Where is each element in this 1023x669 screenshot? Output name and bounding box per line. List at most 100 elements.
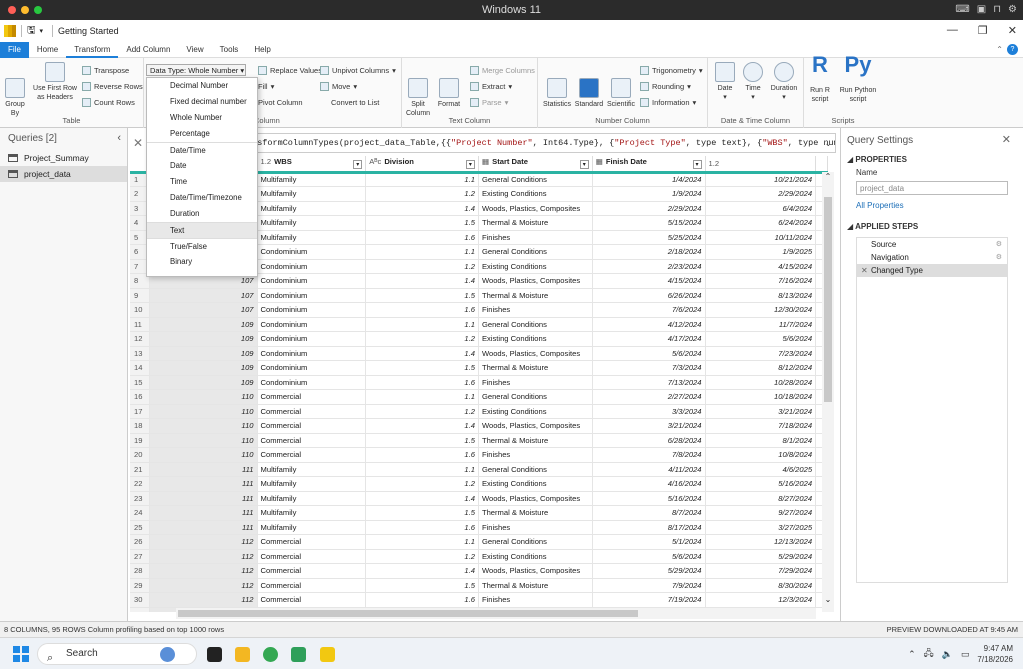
table-cell[interactable]: 8/30/2024 xyxy=(705,578,817,593)
table-cell[interactable]: 7/6/2024 xyxy=(592,302,706,318)
table-cell[interactable]: 1.5 xyxy=(365,505,479,521)
table-cell[interactable]: Multifamily xyxy=(257,186,367,202)
table-cell[interactable]: Existing Conditions xyxy=(478,186,593,202)
column-header[interactable]: ▦ Start Date ▾ xyxy=(478,156,593,174)
table-cell[interactable]: Thermal & Moisture xyxy=(478,578,593,593)
table-cell[interactable]: Condominium xyxy=(257,360,367,376)
table-cell[interactable]: Condominium xyxy=(257,302,367,318)
table-cell[interactable]: 7/19/2024 xyxy=(592,592,706,608)
widgets-icon[interactable] xyxy=(160,647,175,662)
row-number[interactable]: 29 xyxy=(130,578,151,593)
column-type-icon[interactable]: ▦ xyxy=(482,157,489,166)
table-cell[interactable]: 12/30/2024 xyxy=(705,302,817,318)
row-number[interactable]: 30 xyxy=(130,592,151,608)
transpose-button[interactable]: Transpose xyxy=(82,66,129,75)
column-header[interactable]: 1.2 xyxy=(705,156,817,174)
table-cell[interactable]: Finishes xyxy=(478,447,593,463)
table-cell[interactable]: 112 xyxy=(149,578,258,593)
format-button[interactable]: Format xyxy=(436,78,462,109)
count-rows-button[interactable]: Count Rows xyxy=(82,98,135,107)
column-filter-icon[interactable]: ▾ xyxy=(579,160,589,169)
table-cell[interactable]: 7/23/2024 xyxy=(705,346,817,361)
tab-view[interactable]: View xyxy=(178,42,211,58)
table-cell[interactable]: 1.5 xyxy=(365,288,479,303)
table-cell[interactable]: Multifamily xyxy=(257,520,367,535)
table-cell[interactable]: Commercial xyxy=(257,534,367,550)
display-icon[interactable]: ▣ xyxy=(977,4,986,15)
table-cell[interactable]: 1.1 xyxy=(365,317,479,332)
table-cell[interactable]: Commercial xyxy=(257,563,367,579)
table-cell[interactable]: 110 xyxy=(149,418,258,434)
step-navigation[interactable]: Navigation ⚙ xyxy=(857,251,1007,264)
table-cell[interactable]: Condominium xyxy=(257,331,367,347)
help-icon[interactable]: ? xyxy=(1007,44,1018,55)
replace-values-button[interactable]: Replace Values ▾ xyxy=(258,66,329,75)
table-cell[interactable]: Thermal & Moisture xyxy=(478,215,593,231)
duration-button[interactable]: Duration ▾ xyxy=(768,62,800,102)
table-cell[interactable]: 2/27/2024 xyxy=(592,389,706,405)
standard-button[interactable]: Standard xyxy=(574,78,604,109)
table-cell[interactable]: Multifamily xyxy=(257,172,367,187)
table-cell[interactable]: 1.6 xyxy=(365,375,479,390)
table-cell[interactable]: 3/21/2024 xyxy=(705,404,817,419)
table-cell[interactable]: 7/29/2024 xyxy=(705,563,817,579)
table-cell[interactable]: 107 xyxy=(149,288,258,303)
table-cell[interactable]: 1.2 xyxy=(365,259,479,274)
column-header[interactable]: ▦ Finish Date ▾ xyxy=(592,156,706,174)
reverse-rows-button[interactable]: Reverse Rows xyxy=(82,82,143,91)
clock[interactable]: 9:47 AM 7/18/2026 xyxy=(977,643,1013,665)
row-number[interactable]: 12 xyxy=(130,331,151,347)
formula-bar[interactable]: ansformColumnTypes(project_data_Table,{{… xyxy=(244,133,836,153)
data-type-option[interactable]: Text xyxy=(147,222,257,238)
column-filter-icon[interactable]: ▾ xyxy=(692,160,702,169)
table-cell[interactable]: 109 xyxy=(149,317,258,332)
table-cell[interactable]: 7/9/2024 xyxy=(592,578,706,593)
table-cell[interactable]: 1.5 xyxy=(365,433,479,448)
table-cell[interactable]: 107 xyxy=(149,302,258,318)
parse-button[interactable]: Parse ▾ xyxy=(470,98,508,107)
settings-icon[interactable]: ⚙ xyxy=(1008,4,1017,15)
table-cell[interactable]: Thermal & Moisture xyxy=(478,505,593,521)
data-type-option[interactable]: Decimal Number xyxy=(147,78,257,94)
table-cell[interactable]: Finishes xyxy=(478,592,593,608)
close-button[interactable]: ✕ xyxy=(1008,24,1017,37)
table-cell[interactable]: Woods, Plastics, Composites xyxy=(478,563,593,579)
table-cell[interactable]: Condominium xyxy=(257,259,367,274)
table-cell[interactable]: 7/18/2024 xyxy=(705,418,817,434)
data-type-option[interactable]: Duration xyxy=(147,206,257,222)
table-cell[interactable]: 7/16/2024 xyxy=(705,273,817,289)
table-cell[interactable]: 8/17/2024 xyxy=(592,520,706,535)
table-cell[interactable]: 8/1/2024 xyxy=(705,433,817,448)
vertical-scrollbar[interactable]: ⌃ ⌄ xyxy=(822,172,834,612)
table-row[interactable]: 27 112 Commercial 1.2 Existing Conditions 5/6… xyxy=(130,549,828,564)
row-number[interactable]: 22 xyxy=(130,476,151,492)
table-cell[interactable]: 6/24/2024 xyxy=(705,215,817,231)
table-cell[interactable]: Multifamily xyxy=(257,505,367,521)
table-cell[interactable]: 5/25/2024 xyxy=(592,230,706,245)
table-row[interactable]: 11 109 Condominium 1.1 General Conditions 4/1… xyxy=(130,317,828,332)
table-cell[interactable]: Thermal & Moisture xyxy=(478,433,593,448)
table-cell[interactable]: 7/8/2024 xyxy=(592,447,706,463)
delete-step-icon[interactable]: ✕ xyxy=(861,264,868,277)
table-cell[interactable]: 6/28/2024 xyxy=(592,433,706,448)
tab-file[interactable]: File xyxy=(0,41,29,58)
tab-help[interactable]: Help xyxy=(246,42,278,58)
merge-columns-button[interactable]: Merge Columns xyxy=(470,66,535,75)
table-cell[interactable]: 1/9/2025 xyxy=(705,244,817,260)
table-cell[interactable]: 5/16/2024 xyxy=(705,476,817,492)
table-row[interactable]: 12 109 Condominium 1.2 Existing Conditions 4/… xyxy=(130,331,828,347)
table-cell[interactable]: Finishes xyxy=(478,230,593,245)
battery-icon[interactable]: ▭ xyxy=(961,649,970,660)
step-source[interactable]: Source ⚙ xyxy=(857,238,1007,251)
table-cell[interactable]: Finishes xyxy=(478,520,593,535)
all-properties-link[interactable]: All Properties xyxy=(841,197,1023,214)
collapse-ribbon-icon[interactable]: ⌃ xyxy=(996,45,1003,54)
data-type-option[interactable]: Date/Time/Timezone xyxy=(147,190,257,206)
table-cell[interactable]: 1.2 xyxy=(365,404,479,419)
save-icon[interactable]: 🖫 xyxy=(27,23,36,40)
table-cell[interactable]: Existing Conditions xyxy=(478,259,593,274)
table-cell[interactable]: 109 xyxy=(149,346,258,361)
table-cell[interactable]: General Conditions xyxy=(478,462,593,477)
table-cell[interactable]: 11/7/2024 xyxy=(705,317,817,332)
gear-icon[interactable]: ⚙ xyxy=(996,251,1002,264)
